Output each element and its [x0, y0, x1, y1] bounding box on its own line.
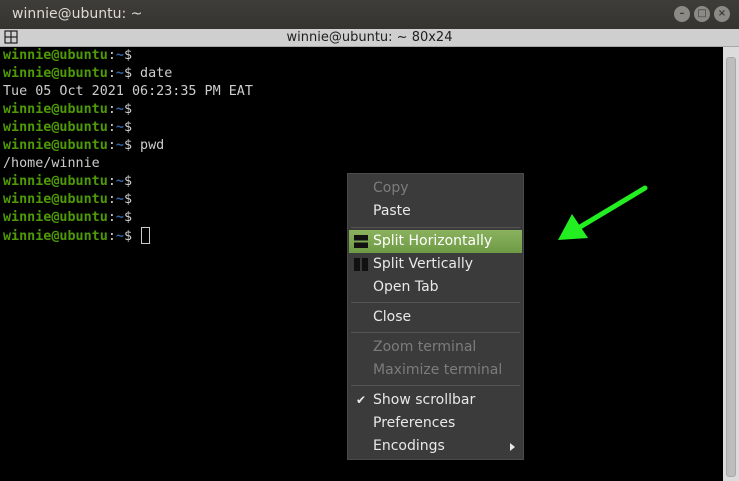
terminal-prompt-line: winnie@ubuntu:~$	[3, 101, 132, 119]
menu-item-show-scrollbar[interactable]: ✔ Show scrollbar	[349, 389, 522, 412]
menu-item-preferences[interactable]: Preferences	[349, 412, 522, 435]
prompt-path: ~	[115, 102, 124, 117]
prompt-user: winnie@ubuntu	[3, 210, 108, 225]
menu-item-open-tab[interactable]: Open Tab	[349, 276, 522, 299]
menu-item-copy: Copy	[349, 177, 522, 200]
prompt-user: winnie@ubuntu	[3, 192, 108, 207]
terminal-prompt-line: winnie@ubuntu:~$	[3, 227, 151, 245]
terminal-header: winnie@ubuntu: ~ 80x24	[0, 29, 739, 47]
prompt-dollar: $	[123, 120, 132, 135]
split-horizontal-icon	[354, 235, 368, 248]
checkmark-icon: ✔	[356, 393, 367, 407]
terminal-prompt-line: winnie@ubuntu:~$	[3, 119, 132, 137]
menu-item-label: Maximize terminal	[373, 362, 503, 378]
prompt-path: ~	[115, 120, 124, 135]
menu-item-label: Copy	[373, 180, 409, 196]
menu-item-zoom-terminal: Zoom terminal	[349, 336, 522, 359]
menu-item-label: Encodings	[373, 438, 445, 454]
terminal-prompt-line: winnie@ubuntu:~$	[3, 47, 132, 65]
terminal-prompt-line: winnie@ubuntu:~$	[3, 173, 132, 191]
terminal-command: pwd	[132, 138, 165, 153]
prompt-dollar: $	[123, 48, 132, 63]
prompt-separator: :	[107, 48, 116, 63]
annotation-arrow-icon	[558, 185, 648, 240]
prompt-dollar: $	[123, 210, 132, 225]
prompt-dollar: $	[123, 102, 132, 117]
terminal-output-line: Tue 05 Oct 2021 06:23:35 PM EAT	[3, 84, 253, 99]
prompt-separator: :	[107, 174, 116, 189]
menu-separator	[351, 385, 520, 386]
prompt-path: ~	[115, 138, 124, 153]
prompt-separator: :	[107, 120, 116, 135]
prompt-user: winnie@ubuntu	[3, 48, 108, 63]
menu-separator	[351, 302, 520, 303]
scrollbar[interactable]	[723, 47, 739, 481]
window-titlebar: winnie@ubuntu: ~ – □ ×	[0, 0, 739, 29]
prompt-separator: :	[107, 102, 116, 117]
menu-item-label: Zoom terminal	[373, 339, 477, 355]
menu-item-label: Split Horizontally	[373, 233, 493, 249]
terminal-prompt-line: winnie@ubuntu:~$	[3, 209, 132, 227]
prompt-user: winnie@ubuntu	[3, 138, 108, 153]
menu-item-label: Open Tab	[373, 279, 439, 295]
menu-item-split-horizontally[interactable]: Split Horizontally	[349, 230, 522, 253]
prompt-path: ~	[115, 210, 124, 225]
prompt-separator: :	[107, 138, 116, 153]
terminal-prompt-line: winnie@ubuntu:~$ pwd	[3, 137, 164, 155]
menu-separator	[351, 227, 520, 228]
prompt-separator: :	[107, 192, 116, 207]
prompt-dollar: $	[123, 192, 132, 207]
prompt-dollar: $	[123, 66, 132, 81]
prompt-separator: :	[107, 66, 116, 81]
terminal-prompt-line: winnie@ubuntu:~$ date	[3, 65, 172, 83]
menu-item-encodings[interactable]: Encodings	[349, 435, 522, 458]
menu-item-label: Preferences	[373, 415, 456, 431]
prompt-user: winnie@ubuntu	[3, 229, 108, 244]
prompt-dollar: $	[123, 138, 132, 153]
prompt-dollar: $	[123, 229, 132, 244]
terminal-command	[132, 229, 140, 244]
menu-item-label: Split Vertically	[373, 256, 474, 272]
terminal-prompt-line: winnie@ubuntu:~$	[3, 191, 132, 209]
prompt-path: ~	[115, 48, 124, 63]
terminal-output-line: /home/winnie	[3, 156, 100, 171]
context-menu: Copy Paste Split Horizontally Split Vert…	[347, 173, 524, 460]
submenu-arrow-icon	[510, 443, 515, 451]
maximize-button[interactable]: □	[694, 6, 710, 22]
prompt-dollar: $	[123, 174, 132, 189]
scrollbar-thumb[interactable]	[726, 57, 736, 477]
menu-item-label: Show scrollbar	[373, 392, 476, 408]
prompt-separator: :	[107, 229, 116, 244]
window-controls: – □ ×	[674, 6, 730, 22]
menu-item-label: Close	[373, 309, 412, 325]
menu-item-close[interactable]: Close	[349, 306, 522, 329]
terminal-command: date	[132, 66, 173, 81]
split-vertical-icon	[354, 258, 368, 271]
prompt-user: winnie@ubuntu	[3, 120, 108, 135]
prompt-path: ~	[115, 192, 124, 207]
menu-item-split-vertically[interactable]: Split Vertically	[349, 253, 522, 276]
terminal-cursor	[141, 227, 151, 244]
menu-item-paste[interactable]: Paste	[349, 200, 522, 223]
window-title: winnie@ubuntu: ~	[12, 6, 143, 22]
prompt-path: ~	[115, 174, 124, 189]
prompt-user: winnie@ubuntu	[3, 66, 108, 81]
prompt-path: ~	[115, 229, 124, 244]
minimize-button[interactable]: –	[674, 6, 690, 22]
close-button[interactable]: ×	[714, 6, 730, 22]
prompt-user: winnie@ubuntu	[3, 102, 108, 117]
terminal-title: winnie@ubuntu: ~ 80x24	[286, 30, 453, 45]
menu-item-maximize-terminal: Maximize terminal	[349, 359, 522, 382]
menu-separator	[351, 332, 520, 333]
menu-item-label: Paste	[373, 203, 411, 219]
prompt-separator: :	[107, 210, 116, 225]
prompt-user: winnie@ubuntu	[3, 174, 108, 189]
prompt-path: ~	[115, 66, 124, 81]
